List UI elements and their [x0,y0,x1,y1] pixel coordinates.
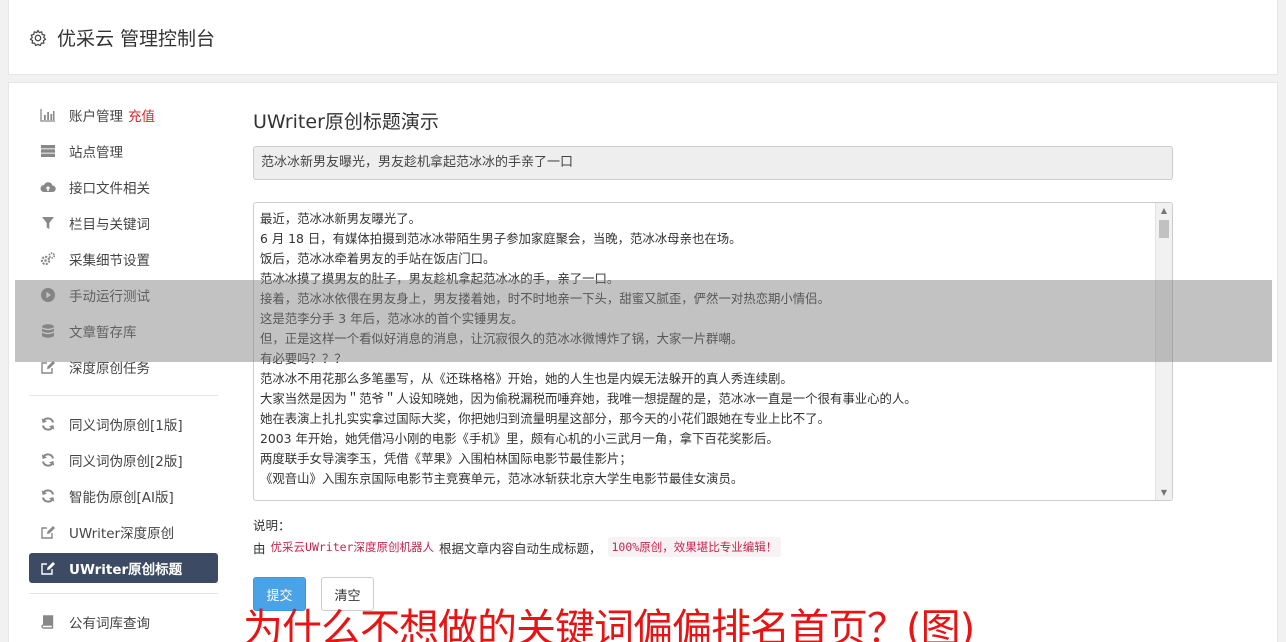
page-title: UWriter原创标题演示 [253,111,439,133]
article-line: 大家当然是因为＂范爷＂人设知晓她，因为偷税漏税而唾弃她，我唯一想提醒的是，范冰冰… [260,391,917,406]
sidebar-item-label: 站点管理 [69,145,123,161]
sidebar-item-label: 公有词库查询 [69,616,150,632]
sidebar-item-label: 智能伪原创[AI版] [69,490,174,506]
book-icon [39,614,57,630]
scroll-thumb[interactable] [1159,220,1169,238]
gears-icon [39,251,57,267]
note-text: 由 优采云UWriter深度原创机器人 根据文章内容自动生成标题， 100%原创… [253,537,782,557]
filter-icon [39,215,57,231]
sidebar-item-label: UWriter原创标题 [69,562,183,578]
sidebar-item-label: UWriter深度原创 [69,526,175,542]
app-title: 优采云 管理控制台 [29,24,215,51]
sidebar-item-columns-keywords[interactable]: 栏目与关键词 [29,205,218,241]
sidebar-item-collect-settings[interactable]: 采集细节设置 [29,241,218,277]
scroll-down-arrow-icon[interactable]: ▼ [1156,485,1172,500]
note-label: 说明： [253,518,291,533]
gear-icon [29,29,47,46]
sidebar-item-uwriter-deep[interactable]: UWriter深度原创 [29,514,218,550]
note-middle: 根据文章内容自动生成标题， [438,540,602,556]
sidebar-item-label: 栏目与关键词 [69,217,150,233]
sidebar-item-synonym-v2[interactable]: 同义词伪原创[2版] [29,442,218,478]
generated-title-field[interactable]: 范冰冰新男友曝光，男友趁机拿起范冰冰的手亲了一口 [253,146,1173,180]
note-highlight: 100%原创，效果堪比专业编辑！ [607,537,782,557]
sidebar-item-sites[interactable]: 站点管理 [29,133,218,169]
scroll-up-arrow-icon[interactable]: ▲ [1156,203,1172,218]
sidebar-divider [29,395,218,396]
article-line: 最近，范冰冰新男友曝光了。 [260,211,422,226]
sidebar: 账户管理 充值 站点管理 接口文件相关 栏目与关键词 采集细节设置 手动运行测试… [29,97,218,640]
note-prefix: 由 [253,540,266,556]
refresh-icon [39,416,57,432]
cloud-upload-icon [39,179,57,195]
article-line: 2003 年开始，她凭借冯小刚的电影《手机》里，颇有心机的小三武月一角，拿下百花… [260,431,779,446]
note-product-name: 优采云UWriter深度原创机器人 [270,540,434,554]
sidebar-divider [29,593,218,594]
sidebar-item-label: 接口文件相关 [69,181,150,197]
sidebar-item-label: 同义词伪原创[1版] [69,418,183,434]
recharge-badge[interactable]: 充值 [128,105,155,125]
sidebar-item-ai-rewrite[interactable]: 智能伪原创[AI版] [29,478,218,514]
refresh-icon [39,452,57,468]
watermark-caption: 为什么不想做的关键词偏偏排名首页？(图) [243,606,975,642]
sidebar-item-label: 账户管理 [69,109,123,125]
sidebar-item-uwriter-title[interactable]: UWriter原创标题 [29,553,218,583]
main-panel: 账户管理 充值 站点管理 接口文件相关 栏目与关键词 采集细节设置 手动运行测试… [8,82,1278,642]
sidebar-item-public-lexicon[interactable]: 公有词库查询 [29,604,218,640]
sidebar-item-synonym-v1[interactable]: 同义词伪原创[1版] [29,406,218,442]
header-panel: 优采云 管理控制台 [8,0,1278,75]
bar-chart-icon [39,107,57,123]
sidebar-item-account[interactable]: 账户管理 充值 [29,97,218,133]
edit-icon [39,560,57,576]
article-line: 范冰冰不用花那么多笔墨写，从《还珠格格》开始，她的人生也是内娱无法躲开的真人秀连… [260,371,793,386]
server-icon [39,143,57,159]
sidebar-item-api-files[interactable]: 接口文件相关 [29,169,218,205]
refresh-icon [39,488,57,504]
edit-icon [39,524,57,540]
overlay-band [15,280,1272,362]
sidebar-item-label: 同义词伪原创[2版] [69,454,183,470]
app-title-text: 优采云 管理控制台 [57,28,216,50]
article-line: 她在表演上扎扎实实拿过国际大奖，你把她归到流量明星这部分，那今天的小花们跟她在专… [260,411,830,426]
article-line: 两度联手女导演李玉，凭借《苹果》入围柏林国际电影节最佳影片； [260,451,632,466]
article-line: 6 月 18 日，有媒体拍摄到范冰冰带陌生男子参加家庭聚会，当晚，范冰冰母亲也在… [260,231,742,246]
sidebar-item-label: 采集细节设置 [69,253,150,269]
article-line: 《观音山》入围东京国际电影节主竞赛单元，范冰冰斩获北京大学生电影节最佳女演员。 [260,471,744,486]
article-line: 饭后，范冰冰牵着男友的手站在饭店门口。 [260,251,496,266]
